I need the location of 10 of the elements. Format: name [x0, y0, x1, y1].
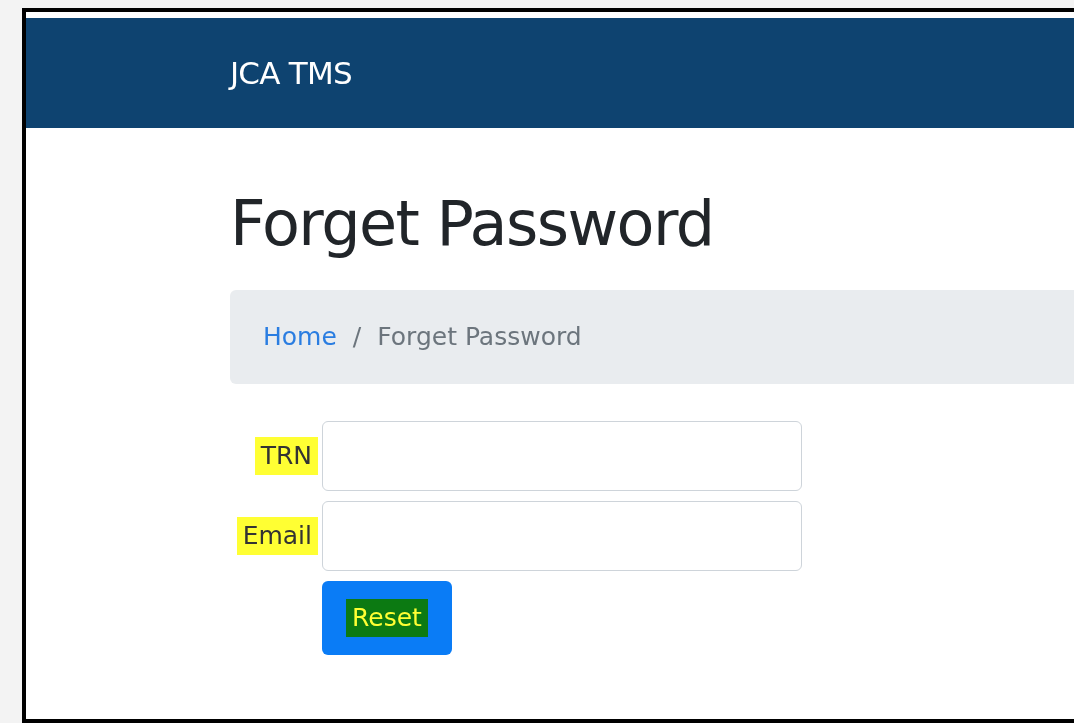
- page-heading: Forget Password: [230, 186, 715, 262]
- field-label: Email: [236, 517, 318, 555]
- field-label: TRN: [254, 437, 318, 475]
- input-field[interactable]: [322, 421, 802, 491]
- brand-title[interactable]: JCA TMS: [230, 49, 352, 97]
- breadcrumb-separator: /: [352, 321, 362, 354]
- reset-button[interactable]: Reset: [322, 581, 452, 655]
- breadcrumb-current: Forget Password: [377, 321, 582, 354]
- home-link[interactable]: Home: [263, 318, 337, 356]
- input-field[interactable]: [322, 501, 802, 571]
